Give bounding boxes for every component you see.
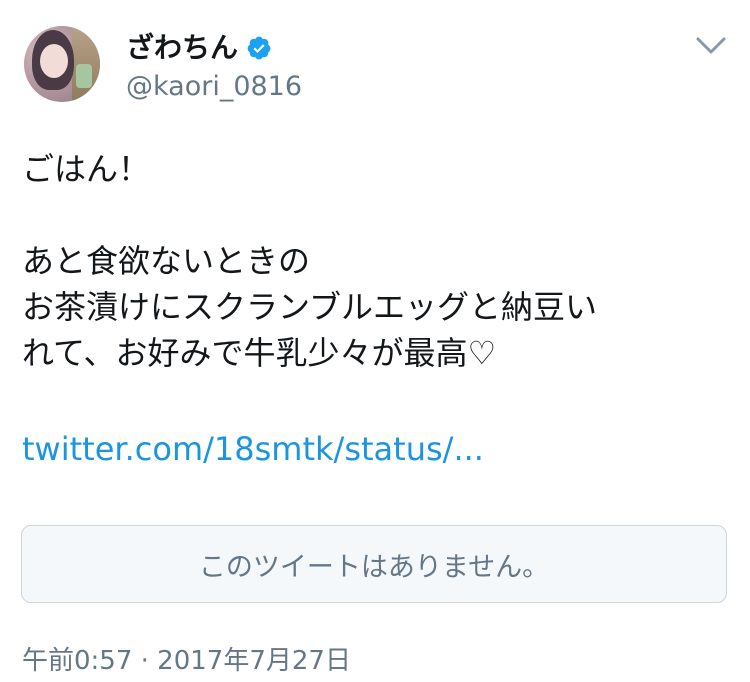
tweet-text: ごはん！ あと食欲ないときの お茶漬けにスクランブルエッグと納豆い れて、お好み… xyxy=(22,146,722,376)
avatar-background-item xyxy=(76,64,92,88)
avatar[interactable] xyxy=(24,26,100,102)
display-name[interactable]: ざわちん xyxy=(126,28,238,68)
quoted-tweet-message: このツイートはありません。 xyxy=(198,551,550,583)
tweet-text-line: れて、お好みで牛乳少々が最高♡ xyxy=(22,334,497,372)
tweet-card: ざわちん @kaori_0816 ごはん！ あと食欲ないときの お茶漬けにスクラ… xyxy=(0,0,750,682)
chevron-down-icon[interactable] xyxy=(694,34,728,58)
user-handle[interactable]: @kaori_0816 xyxy=(126,70,302,104)
tweet-text-line: お茶漬けにスクランブルエッグと納豆い xyxy=(22,288,598,326)
quoted-tweet-unavailable[interactable]: このツイートはありません。 xyxy=(21,525,727,603)
verified-badge-icon xyxy=(247,36,271,60)
tweet-link[interactable]: twitter.com/18smtk/status/... xyxy=(22,426,484,472)
tweet-text-line: ごはん！ xyxy=(22,150,151,188)
tweet-text-line: あと食欲ないときの xyxy=(22,242,311,280)
avatar-face xyxy=(40,44,68,78)
author-name-row[interactable]: ざわちん xyxy=(126,28,272,68)
tweet-timestamp[interactable]: 午前0:57 · 2017年7月27日 xyxy=(22,644,351,678)
